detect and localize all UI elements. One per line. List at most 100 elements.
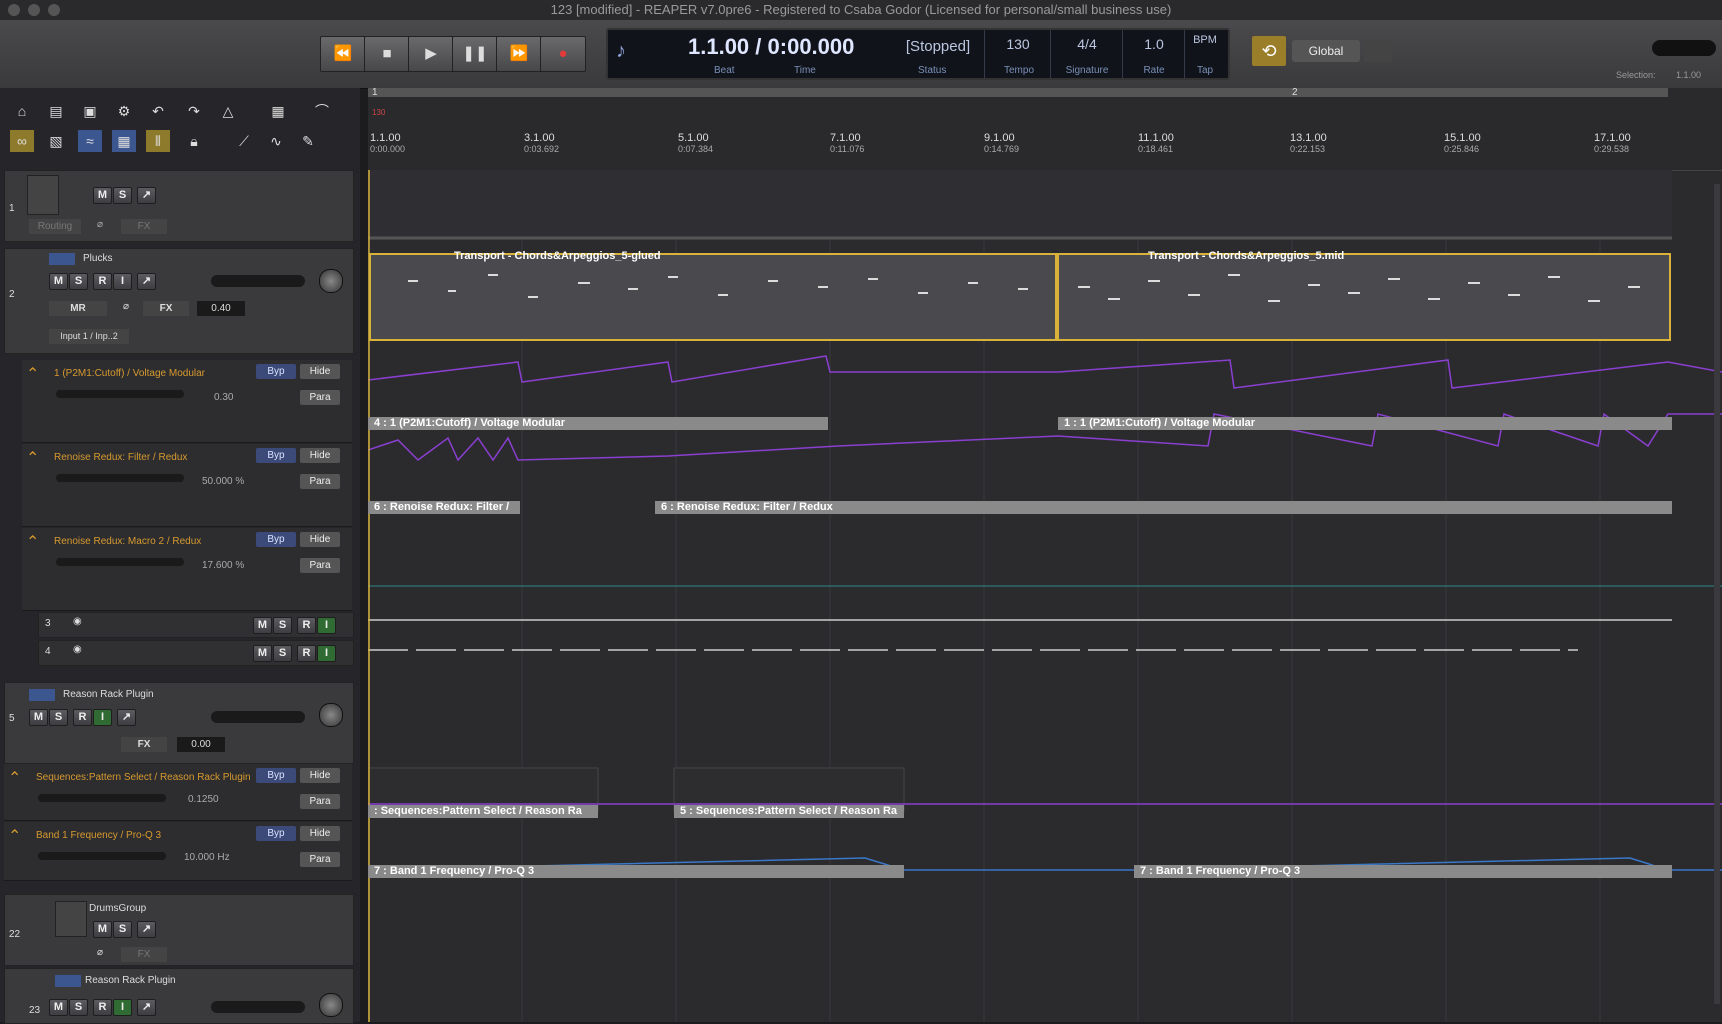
envelope-fader[interactable] — [56, 474, 184, 482]
global-button[interactable]: Global — [1292, 40, 1360, 62]
grid-options-button[interactable] — [1364, 40, 1392, 62]
hide-button[interactable]: Hide — [300, 532, 340, 547]
track-name[interactable]: Reason Rack Plugin — [63, 689, 154, 700]
headphones-icon[interactable]: ⌒ — [310, 100, 334, 122]
track-name[interactable]: Plucks — [83, 253, 112, 264]
vertical-scrollbar[interactable] — [1714, 184, 1720, 1004]
envelope-item-label[interactable]: 4 : 1 (P2M1:Cutoff) / Voltage Modular — [368, 417, 828, 430]
link-icon[interactable]: ∞ — [10, 130, 34, 152]
ripple-icon[interactable]: ≈ — [78, 130, 102, 152]
param-button[interactable]: Para — [300, 794, 340, 809]
pan-knob[interactable] — [319, 269, 343, 293]
record-arm-button[interactable]: R — [297, 617, 316, 634]
volume-value[interactable]: 0.40 — [197, 301, 245, 316]
signature-value[interactable]: 4/4 — [1054, 36, 1120, 52]
record-arm-button[interactable]: R — [297, 645, 316, 662]
envelope-fader[interactable] — [56, 390, 184, 398]
region-bar[interactable] — [368, 88, 1668, 97]
tempo-value[interactable]: 130 — [988, 36, 1048, 52]
volume-fader[interactable] — [211, 275, 305, 287]
mute-button[interactable]: M — [29, 709, 48, 726]
volume-value[interactable]: 0.00 — [177, 737, 225, 752]
track-23-reason-rack[interactable]: 23 Reason Rack Plugin M S R I ↗ — [4, 968, 354, 1024]
timeline-ruler[interactable]: 1 2 130 1.1.00 0:00.000 3.1.00 0:03.692 5.… — [368, 87, 1722, 171]
home-icon[interactable]: ⌂ — [10, 100, 34, 122]
envelope-lane-pattern-select[interactable]: ⌃ Sequences:Pattern Select / Reason Rack… — [4, 764, 352, 821]
time-display[interactable]: ♪ 1.1.00 / 0:00.000 Beat Time [Stopped] … — [606, 28, 1230, 80]
mute-button[interactable]: M — [93, 187, 112, 204]
envelope-tool-icon[interactable]: ⟋ — [232, 130, 256, 152]
pan-knob[interactable] — [319, 703, 343, 727]
rewind-button[interactable]: ⏪ — [320, 36, 366, 72]
fast-forward-button[interactable]: ⏩ — [496, 36, 542, 72]
record-arm-button[interactable]: R — [93, 273, 112, 290]
envelope-fader[interactable] — [38, 794, 166, 802]
track-5-reason-rack[interactable]: 5 Reason Rack Plugin M S R I ↗ FX 0.00 — [4, 682, 354, 764]
envelope-fader[interactable] — [56, 558, 184, 566]
param-button[interactable]: Para — [300, 474, 340, 489]
track-name[interactable]: Reason Rack Plugin — [85, 975, 176, 986]
pause-button[interactable]: ❚❚ — [452, 36, 498, 72]
record-arm-button[interactable]: R — [93, 999, 112, 1016]
track-4[interactable]: 4 ◉ M S R I — [38, 640, 354, 666]
phase-icon[interactable]: ⌀ — [97, 947, 103, 958]
param-button[interactable]: Para — [300, 390, 340, 405]
locking-icon[interactable]: ⫴ — [146, 130, 170, 152]
fx-button[interactable]: FX — [121, 219, 167, 234]
metronome-icon[interactable]: ♪ — [616, 40, 626, 63]
envelope-item-label[interactable]: 6 : Renoise Redux: Filter / Redux — [655, 501, 1672, 514]
track-22-drumsgroup[interactable]: 22 DrumsGroup M S ↗ ⌀ FX — [4, 894, 354, 966]
record-button[interactable]: ● — [540, 36, 586, 72]
input-monitor-button[interactable]: I — [93, 709, 112, 726]
phase-icon[interactable]: ⌀ — [97, 219, 103, 230]
mute-button[interactable]: M — [49, 999, 68, 1016]
bypass-button[interactable]: Byp — [256, 364, 296, 379]
grid-icon[interactable]: ▦ — [266, 100, 290, 122]
bypass-button[interactable]: Byp — [256, 448, 296, 463]
hide-button[interactable]: Hide — [300, 448, 340, 463]
solo-button[interactable]: S — [69, 273, 88, 290]
input-monitor-button[interactable]: I — [317, 617, 336, 634]
routing-button[interactable]: Routing — [29, 219, 81, 234]
solo-button[interactable]: S — [273, 645, 292, 662]
envelope-item-label[interactable]: 6 : Renoise Redux: Filter / — [368, 501, 520, 514]
envelope-button[interactable]: ↗ — [117, 709, 136, 726]
fx-button[interactable]: FX — [121, 737, 167, 752]
envelope-lane-macro2[interactable]: ⌃ Renoise Redux: Macro 2 / Redux Byp Hid… — [22, 528, 352, 611]
envelope-item-label[interactable]: : Sequences:Pattern Select / Reason Ra — [368, 805, 598, 818]
solo-button[interactable]: S — [49, 709, 68, 726]
envelope-button[interactable]: ↗ — [137, 921, 156, 938]
input-monitor-button[interactable]: I — [113, 999, 132, 1016]
redo-icon[interactable]: ↷ — [182, 100, 206, 122]
hide-button[interactable]: Hide — [300, 826, 340, 841]
fx-button[interactable]: FX — [143, 301, 189, 316]
repeat-toggle[interactable]: ⟲ — [1252, 36, 1286, 66]
arrange-canvas[interactable] — [368, 170, 1722, 1022]
routing-mr-button[interactable]: MR — [49, 301, 107, 316]
hide-button[interactable]: Hide — [300, 768, 340, 783]
track-2-plucks[interactable]: 2 Plucks M S R I ↗ MR ⌀ FX 0.40 Input 1 … — [4, 248, 354, 354]
bypass-button[interactable]: Byp — [256, 826, 296, 841]
open-project-icon[interactable]: ▤ — [44, 100, 68, 122]
fx-button[interactable]: FX — [121, 947, 167, 962]
tap-label[interactable]: Tap — [1186, 65, 1224, 76]
solo-button[interactable]: S — [273, 617, 292, 634]
envelope-item-label[interactable]: 1 : 1 (P2M1:Cutoff) / Voltage Modular — [1058, 417, 1672, 430]
solo-button[interactable]: S — [113, 921, 132, 938]
pencil-icon[interactable]: ✎ — [296, 130, 320, 152]
region-1-label[interactable]: 1 — [372, 87, 378, 98]
input-monitor-button[interactable]: I — [113, 273, 132, 290]
envelope-button[interactable]: ↗ — [137, 999, 156, 1016]
midi-item-label[interactable]: Transport - Chords&Arpeggios_5.mid — [1148, 250, 1344, 266]
rate-value[interactable]: 1.0 — [1126, 36, 1182, 52]
pan-knob[interactable] — [319, 993, 343, 1017]
folder-icon[interactable] — [55, 901, 87, 937]
master-volume-slider[interactable] — [1652, 40, 1716, 56]
grid-snap-icon[interactable]: ▦ — [112, 130, 136, 152]
lock-icon[interactable]: 🔒︎ — [182, 130, 206, 152]
play-button[interactable]: ▶ — [408, 36, 454, 72]
record-arm-button[interactable]: R — [73, 709, 92, 726]
input-select[interactable]: Input 1 / Inp..2 — [49, 329, 129, 344]
save-icon[interactable]: ▣ — [78, 100, 102, 122]
param-button[interactable]: Para — [300, 558, 340, 573]
